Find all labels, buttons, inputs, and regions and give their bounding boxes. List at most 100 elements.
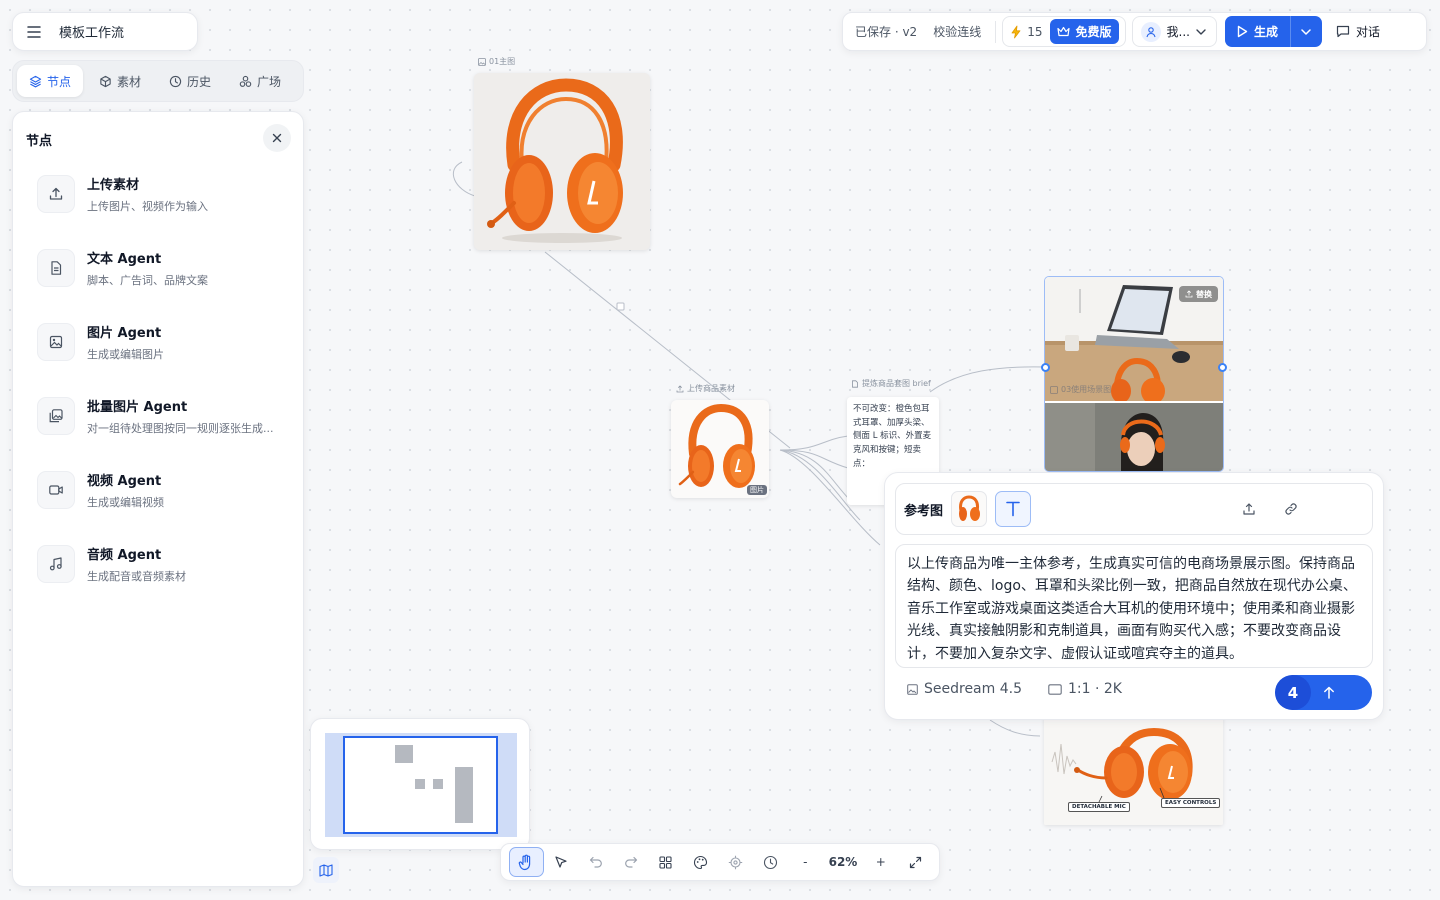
generate-label: 生成	[1253, 25, 1278, 39]
connection-handle-right[interactable]	[1218, 363, 1227, 372]
tab-materials[interactable]: 素材	[87, 65, 153, 97]
select-tool-button[interactable]	[544, 847, 579, 877]
count-selector[interactable]: 4	[1275, 675, 1311, 710]
cube-icon	[99, 75, 112, 88]
zoom-level[interactable]: 62%	[823, 847, 864, 877]
tab-nodes[interactable]: 节点	[17, 65, 84, 97]
expand-icon	[909, 856, 922, 869]
generate-button[interactable]: 生成	[1224, 16, 1290, 47]
close-icon	[272, 133, 282, 143]
upload-node[interactable]: 图片	[671, 400, 769, 498]
feature-image-node[interactable]: DETACHABLE MIC EASY CONTROLS	[1044, 716, 1223, 825]
redo-button[interactable]	[614, 847, 649, 877]
reference-thumbnail[interactable]	[951, 491, 988, 527]
node-label-text: 01主图	[489, 57, 516, 66]
fit-view-button[interactable]	[898, 847, 933, 877]
palette-icon	[693, 855, 708, 870]
generate-options-button[interactable]	[1289, 16, 1322, 47]
minimap[interactable]	[310, 718, 530, 850]
image-type-badge: 图片	[747, 485, 767, 495]
node-item-video-agent[interactable]: 视频 Agent 生成或编辑视频	[25, 460, 291, 520]
avatar	[1140, 21, 1161, 42]
main-image-node[interactable]	[474, 73, 650, 250]
divider	[995, 20, 997, 43]
undo-button[interactable]	[579, 847, 614, 877]
tab-label: 历史	[187, 74, 212, 89]
play-icon	[1237, 25, 1248, 38]
scene-images	[1045, 277, 1223, 471]
close-panel-button[interactable]	[263, 124, 291, 152]
document-icon	[37, 249, 75, 287]
node-panel: 节点 上传素材 上传图片、视频作为输入 文本 Agent 脚本、广告词、品牌文案 图…	[12, 111, 304, 887]
zoom-in-button[interactable]: +	[863, 847, 898, 877]
node-item-title: 上传素材	[87, 178, 140, 193]
map-toggle-button[interactable]	[313, 857, 339, 883]
tab-plaza[interactable]: 广场	[227, 65, 293, 97]
node-item-batch-image-agent[interactable]: 批量图片 Agent 对一组待处理图按同一规则逐张生成...	[25, 386, 291, 446]
credits-count: 15	[1027, 24, 1043, 39]
node-item-upload[interactable]: 上传素材 上传图片、视频作为输入	[25, 164, 291, 224]
validate-links-button[interactable]: 校验连线	[933, 23, 981, 40]
node-item-audio-agent[interactable]: 音频 Agent 生成配音或音频素材	[25, 534, 291, 594]
theme-button[interactable]	[683, 847, 718, 877]
plan-badge[interactable]: 免费版	[1050, 19, 1119, 44]
zoom-out-button[interactable]: -	[788, 847, 823, 877]
node-label-text: 提炼商品套图 brief	[862, 379, 931, 388]
replace-button[interactable]: 替换	[1179, 286, 1218, 302]
workflow-title[interactable]: 模板工作流	[59, 22, 124, 41]
brief-node-label: 提炼商品套图 brief	[851, 378, 931, 389]
tab-history[interactable]: 历史	[157, 65, 223, 97]
node-item-title: 批量图片 Agent	[87, 400, 188, 415]
image-icon	[37, 323, 75, 361]
credits-box: 15 免费版	[1002, 16, 1126, 47]
upload-icon	[1185, 290, 1193, 298]
node-item-text-agent[interactable]: 文本 Agent 脚本、广告词、品牌文案	[25, 238, 291, 298]
layers-icon	[29, 75, 42, 88]
feature-tag-controls: EASY CONTROLS	[1161, 798, 1221, 808]
upload-icon[interactable]	[1242, 502, 1256, 516]
scene-node-label: 03使用场景图	[1050, 384, 1111, 395]
node-item-desc: 生成配音或音频素材	[87, 570, 186, 583]
node-item-image-agent[interactable]: 图片 Agent 生成或编辑图片	[25, 312, 291, 372]
hamburger-menu-icon[interactable]	[27, 25, 41, 38]
cursor-icon	[554, 855, 568, 869]
tab-label: 素材	[117, 74, 142, 89]
zoom-in-label: +	[875, 855, 886, 869]
headphones-product-image	[474, 73, 650, 250]
tab-label: 广场	[257, 74, 282, 89]
generate-button-group: 生成	[1224, 16, 1322, 47]
link-icon[interactable]	[1284, 502, 1298, 516]
top-toolbar: 已保存 · v2 校验连线 15 免费版 我... 生成 对话	[842, 12, 1427, 51]
ratio-selector[interactable]: 1:1 · 2K	[1048, 681, 1122, 697]
main-image-node-label: 01主图	[478, 56, 515, 67]
left-tabs: 节点 素材 历史 广场	[12, 60, 304, 102]
node-label-text: 上传商品素材	[687, 384, 735, 393]
send-button[interactable]	[1311, 675, 1372, 710]
model-selector[interactable]: Seedream 4.5	[907, 681, 1022, 697]
text-reference-button[interactable]	[995, 491, 1032, 527]
prompt-panel: 参考图 以上传商品为唯一主体参考，生成真实可信的电商场景展示图。保持商品结构、颜…	[884, 472, 1384, 720]
connection-handle-left[interactable]	[1041, 363, 1050, 372]
plaza-icon	[239, 75, 252, 88]
lightning-icon	[1009, 25, 1023, 39]
bottom-toolbar: - 62% +	[500, 843, 940, 881]
history-button[interactable]	[753, 847, 788, 877]
plan-label: 免费版	[1075, 25, 1112, 39]
pan-tool-button[interactable]	[509, 847, 544, 877]
minimap-view	[325, 733, 517, 837]
chat-button[interactable]: 对话	[1336, 23, 1380, 40]
grid-layout-button[interactable]	[648, 847, 683, 877]
clock-icon	[169, 75, 182, 88]
video-icon	[37, 471, 75, 509]
node-item-title: 图片 Agent	[87, 326, 162, 341]
arrow-up-icon	[1323, 686, 1335, 699]
redo-icon	[624, 856, 638, 868]
prompt-textarea[interactable]: 以上传商品为唯一主体参考，生成真实可信的电商场景展示图。保持商品结构、颜色、lo…	[895, 544, 1373, 668]
scene-image-node[interactable]: 替换 03使用场景图	[1044, 276, 1224, 472]
user-menu[interactable]: 我...	[1131, 16, 1217, 47]
locate-button[interactable]	[718, 847, 753, 877]
chevron-down-icon	[1196, 28, 1206, 35]
headphones-product-image	[678, 403, 755, 488]
node-item-desc: 脚本、广告词、品牌文案	[87, 274, 208, 287]
image-icon	[1050, 385, 1058, 394]
